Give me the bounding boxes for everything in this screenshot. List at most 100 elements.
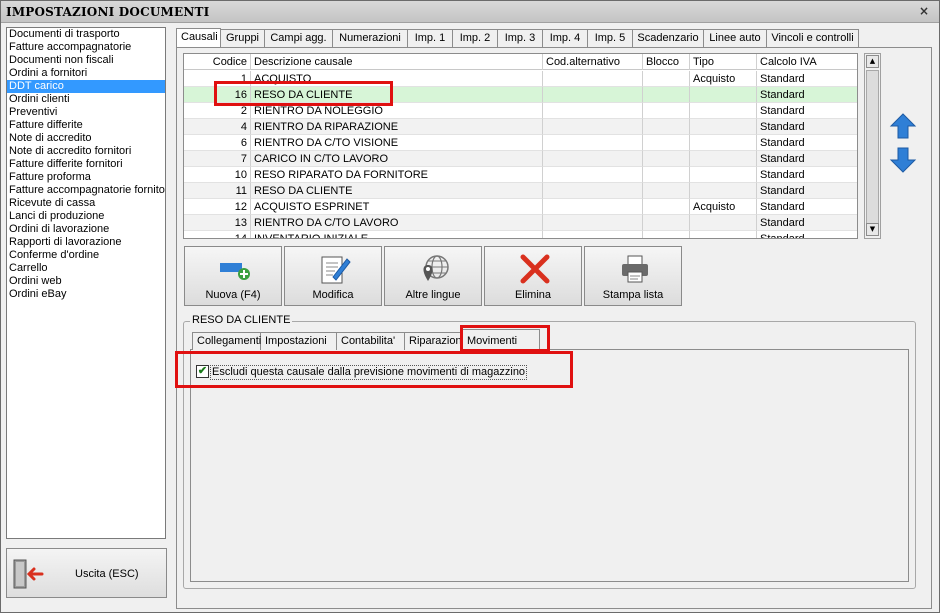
table-cell-code[interactable]: 7: [184, 151, 251, 167]
table-cell-alt[interactable]: [543, 119, 643, 135]
table-row[interactable]: 10 RESO RIPARATO DA FORNITORE Standard: [184, 167, 857, 183]
table-cell-code[interactable]: 12: [184, 199, 251, 215]
table-row[interactable]: 6 RIENTRO DA C/TO VISIONE Standard: [184, 135, 857, 151]
table-cell-type[interactable]: [690, 231, 757, 238]
table-cell-block[interactable]: [643, 87, 690, 103]
table-cell-desc[interactable]: ACQUISTO ESPRINET: [251, 199, 543, 215]
new-button[interactable]: Nuova (F4): [184, 246, 282, 306]
tab-imp-5[interactable]: Imp. 5: [588, 29, 633, 47]
table-cell-desc[interactable]: RIENTRO DA C/TO VISIONE: [251, 135, 543, 151]
table-cell-type[interactable]: Acquisto: [690, 199, 757, 215]
list-item-selected[interactable]: DDT carico: [7, 80, 165, 93]
table-cell-type[interactable]: Acquisto: [690, 71, 757, 87]
table-cell-block[interactable]: [643, 167, 690, 183]
table-cell-desc[interactable]: RESO RIPARATO DA FORNITORE: [251, 167, 543, 183]
tab-imp-1[interactable]: Imp. 1: [408, 29, 453, 47]
table-cell-iva[interactable]: Standard: [757, 215, 857, 231]
table-cell-block[interactable]: [643, 199, 690, 215]
table-cell-iva[interactable]: Standard: [757, 71, 857, 87]
table-cell-desc[interactable]: RESO DA CLIENTE: [251, 183, 543, 199]
column-header[interactable]: Calcolo IVA: [757, 54, 857, 70]
table-cell-type[interactable]: [690, 167, 757, 183]
close-icon[interactable]: ×: [917, 4, 931, 18]
column-header[interactable]: Descrizione causale: [251, 54, 543, 70]
print-list-button[interactable]: Stampa lista: [584, 246, 682, 306]
table-cell-type[interactable]: [690, 135, 757, 151]
document-type-list[interactable]: Documenti di trasporto Fatture accompagn…: [6, 27, 166, 539]
table-cell-desc[interactable]: CARICO IN C/TO LAVORO: [251, 151, 543, 167]
scroll-down-icon[interactable]: ▼: [866, 223, 879, 236]
edit-button[interactable]: Modifica: [284, 246, 382, 306]
list-item[interactable]: Ordini di lavorazione: [7, 223, 165, 236]
tab-gruppi[interactable]: Gruppi: [221, 29, 265, 47]
table-cell-type[interactable]: [690, 87, 757, 103]
list-item[interactable]: Note di accredito: [7, 132, 165, 145]
table-cell-code[interactable]: 11: [184, 183, 251, 199]
table-cell-alt[interactable]: [543, 231, 643, 238]
table-cell-alt[interactable]: [543, 71, 643, 87]
grid-scrollbar[interactable]: ▲ ▼: [864, 53, 881, 239]
tab-campi-agg[interactable]: Campi agg.: [265, 29, 333, 47]
tab-imp-3[interactable]: Imp. 3: [498, 29, 543, 47]
table-cell-alt[interactable]: [543, 103, 643, 119]
list-item[interactable]: Preventivi: [7, 106, 165, 119]
table-cell-type[interactable]: [690, 119, 757, 135]
table-cell-type[interactable]: [690, 183, 757, 199]
list-item[interactable]: Fatture accompagnatorie fornitori: [7, 184, 165, 197]
table-row[interactable]: 11 RESO DA CLIENTE Standard: [184, 183, 857, 199]
tab-numerazioni[interactable]: Numerazioni: [333, 29, 408, 47]
table-cell-alt[interactable]: [543, 87, 643, 103]
table-cell-code[interactable]: 4: [184, 119, 251, 135]
list-item[interactable]: Fatture differite fornitori: [7, 158, 165, 171]
table-row[interactable]: 12 ACQUISTO ESPRINET Acquisto Standard: [184, 199, 857, 215]
table-cell-type[interactable]: [690, 151, 757, 167]
list-item[interactable]: Ricevute di cassa: [7, 197, 165, 210]
column-header[interactable]: Cod.alternativo: [543, 54, 643, 70]
tab-causali[interactable]: Causali: [176, 28, 221, 48]
list-item[interactable]: Ordini clienti: [7, 93, 165, 106]
subtab-impostazioni[interactable]: Impostazioni: [261, 332, 337, 350]
exit-button[interactable]: Uscita (ESC): [6, 548, 167, 598]
table-cell-code[interactable]: 6: [184, 135, 251, 151]
table-cell-block[interactable]: [643, 119, 690, 135]
table-cell-desc[interactable]: RIENTRO DA RIPARAZIONE: [251, 119, 543, 135]
tab-linee-auto[interactable]: Linee auto: [704, 29, 767, 47]
table-cell-iva[interactable]: Standard: [757, 87, 857, 103]
table-cell-alt[interactable]: [543, 183, 643, 199]
list-item[interactable]: Conferme d'ordine: [7, 249, 165, 262]
list-item[interactable]: Note di accredito fornitori: [7, 145, 165, 158]
table-cell-iva[interactable]: Standard: [757, 119, 857, 135]
table-row[interactable]: 4 RIENTRO DA RIPARAZIONE Standard: [184, 119, 857, 135]
table-cell-alt[interactable]: [543, 135, 643, 151]
list-item[interactable]: Ordini a fornitori: [7, 67, 165, 80]
move-up-button[interactable]: [889, 112, 917, 140]
table-cell-alt[interactable]: [543, 167, 643, 183]
table-cell-desc[interactable]: INVENTARIO INIZIALE: [251, 231, 543, 238]
table-cell-iva[interactable]: Standard: [757, 103, 857, 119]
table-row[interactable]: 14 INVENTARIO INIZIALE Standard: [184, 231, 857, 238]
list-item[interactable]: Lanci di produzione: [7, 210, 165, 223]
delete-button[interactable]: Elimina: [484, 246, 582, 306]
table-cell-alt[interactable]: [543, 215, 643, 231]
table-cell-block[interactable]: [643, 183, 690, 199]
list-item[interactable]: Fatture proforma: [7, 171, 165, 184]
table-cell-iva[interactable]: Standard: [757, 231, 857, 238]
tab-imp-2[interactable]: Imp. 2: [453, 29, 498, 47]
table-cell-code[interactable]: 13: [184, 215, 251, 231]
subtab-riparazioni[interactable]: Riparazioni: [405, 332, 462, 350]
table-cell-alt[interactable]: [543, 199, 643, 215]
table-cell-code[interactable]: 14: [184, 231, 251, 238]
list-item[interactable]: Ordini eBay: [7, 288, 165, 301]
tab-scadenzario[interactable]: Scadenzario: [633, 29, 704, 47]
list-item[interactable]: Ordini web: [7, 275, 165, 288]
move-down-button[interactable]: [889, 146, 917, 174]
table-cell-block[interactable]: [643, 71, 690, 87]
table-cell-iva[interactable]: Standard: [757, 135, 857, 151]
subtab-collegamenti[interactable]: Collegamenti: [192, 332, 261, 350]
list-item[interactable]: Documenti non fiscali: [7, 54, 165, 67]
list-item[interactable]: Rapporti di lavorazione: [7, 236, 165, 249]
table-cell-type[interactable]: [690, 215, 757, 231]
table-row[interactable]: 7 CARICO IN C/TO LAVORO Standard: [184, 151, 857, 167]
tab-imp-4[interactable]: Imp. 4: [543, 29, 588, 47]
table-cell-block[interactable]: [643, 135, 690, 151]
